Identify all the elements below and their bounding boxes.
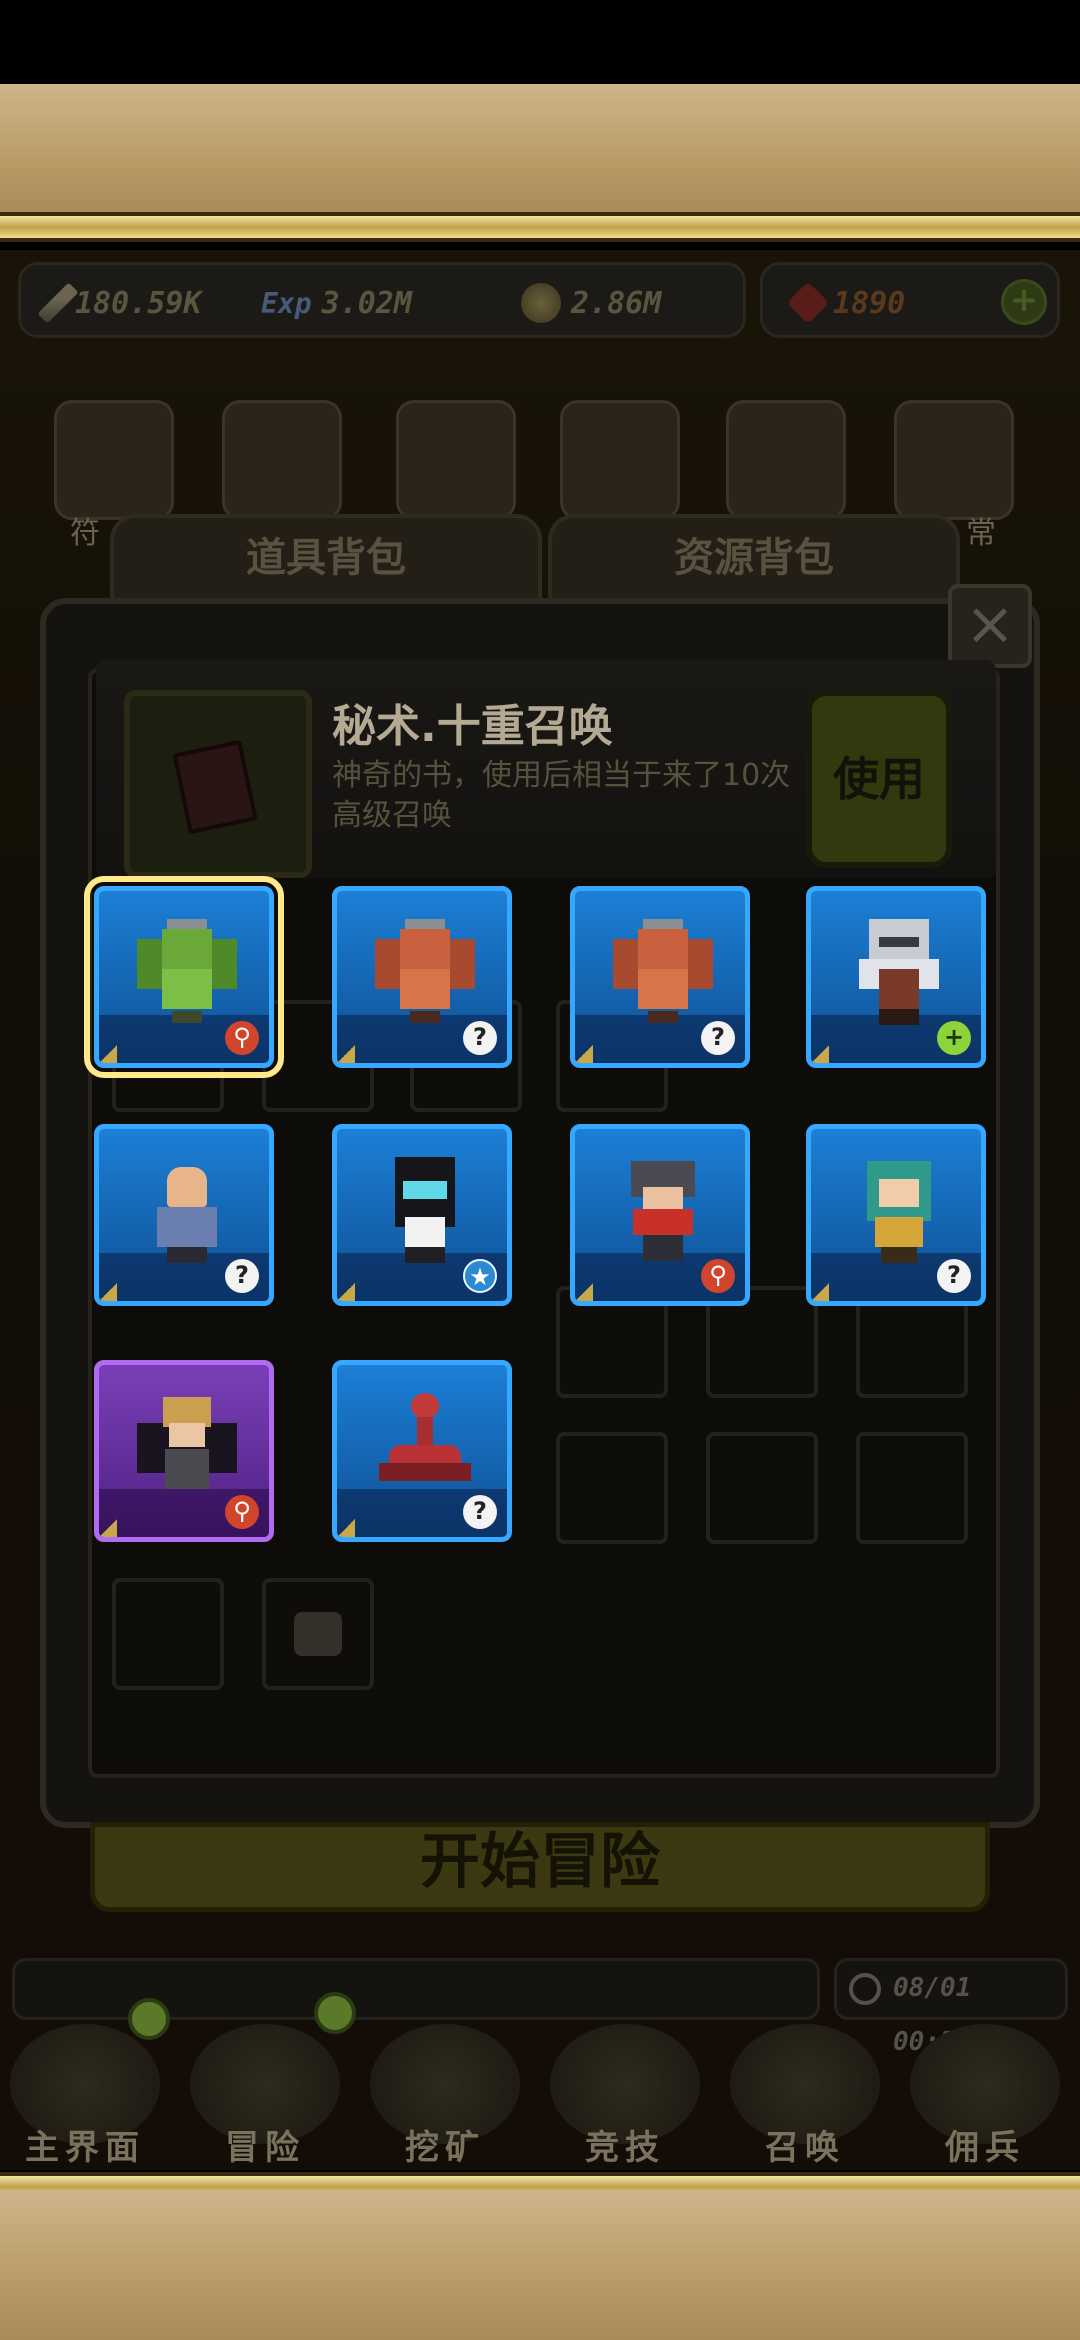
nav-mining[interactable]: 挖矿	[360, 2024, 530, 2174]
gem-icon	[786, 281, 830, 325]
wrench-icon	[560, 400, 680, 520]
inventory-slot	[856, 1432, 968, 1544]
item-description: 神奇的书，使用后相当于来了10次高级召唤	[332, 758, 791, 833]
exp-icon: Exp	[261, 286, 312, 320]
gem-value: 1890	[833, 285, 906, 321]
hero-card-red-scarf-ninja[interactable]: ⚲	[570, 1124, 750, 1306]
nav-main[interactable]: 主界面	[0, 2024, 170, 2174]
question-badge-icon: ?	[225, 1259, 259, 1293]
sword-icon	[37, 282, 79, 324]
game-screen: 180.59K Exp 3.02M 2.86M 1890 + 符 常 道具背包 …	[0, 0, 1080, 2340]
parchment-bottom	[0, 2190, 1080, 2340]
lock-scroll-icon	[54, 400, 174, 520]
edit-badge-icon: ⚲	[225, 1495, 259, 1529]
question-badge-icon: ?	[463, 1495, 497, 1529]
quill-scroll-icon	[894, 400, 1014, 520]
item-name: 秘术.十重召唤	[332, 701, 613, 752]
gold-value: 2.86M	[571, 285, 662, 321]
hero-card-bald-monk[interactable]: ?	[94, 1124, 274, 1306]
hero-card-armored-knight[interactable]: +	[806, 886, 986, 1068]
bald-monk-sprite	[137, 1157, 237, 1267]
question-badge-icon: ?	[937, 1259, 971, 1293]
notification-dot	[314, 1992, 356, 2034]
item-detail-icon	[124, 690, 312, 878]
tab-resources[interactable]: 资源背包	[548, 514, 960, 604]
armored-knight-sprite	[849, 919, 949, 1029]
masked-girl-sprite	[375, 1157, 475, 1267]
hero-card-winged-warrior[interactable]: ⚲	[94, 1360, 274, 1542]
gift-icon	[222, 400, 342, 520]
hero-card-red-gargoyle[interactable]: ?	[332, 886, 512, 1068]
plus-badge-icon: +	[937, 1021, 971, 1055]
close-button[interactable]: ×	[948, 584, 1032, 668]
hero-card-teal-hair-girl[interactable]: ?	[806, 1124, 986, 1306]
padlock-icon	[294, 1612, 342, 1656]
gem-stat: 1890	[786, 281, 906, 325]
locked-slot	[262, 1578, 374, 1690]
red-gargoyle-sprite	[613, 919, 713, 1029]
use-button[interactable]: 使用	[806, 690, 952, 868]
inventory-slot	[112, 1578, 224, 1690]
nav-mercenary[interactable]: 佣兵	[900, 2024, 1070, 2174]
inventory-slot	[706, 1432, 818, 1544]
star-badge-icon: ★	[463, 1259, 497, 1293]
hero-card-green-gargoyle[interactable]: ⚲	[84, 876, 284, 1078]
red-scorpion-sprite	[375, 1393, 475, 1503]
exp-value: 3.02M	[321, 285, 412, 321]
inventory-slot	[556, 1432, 668, 1544]
teal-hair-girl-sprite	[849, 1157, 949, 1267]
green-gargoyle-sprite	[137, 919, 237, 1029]
winged-warrior-sprite	[137, 1393, 237, 1503]
notification-dot	[128, 1998, 170, 2040]
parchment-top	[0, 84, 1080, 214]
start-adventure-button[interactable]: 开始冒险	[90, 1822, 990, 1912]
question-badge-icon: ?	[701, 1021, 735, 1055]
server-time: 08/01 00:36	[834, 1958, 1068, 2057]
gold-stat: 2.86M	[521, 281, 661, 325]
question-badge-icon: ?	[463, 1021, 497, 1055]
attack-value: 180.59K	[75, 285, 202, 321]
gem-pile-icon	[726, 400, 846, 520]
hero-card-masked-girl[interactable]: ★	[332, 1124, 512, 1306]
edit-badge-icon: ⚲	[225, 1021, 259, 1055]
menu-left-label: 符	[70, 516, 100, 551]
gem-bar: 1890 +	[760, 262, 1060, 338]
hero-card-red-gargoyle[interactable]: ?	[570, 886, 750, 1068]
exp-stat: Exp 3.02M	[261, 281, 412, 325]
nav-arena[interactable]: 竞技	[540, 2024, 710, 2174]
tab-items[interactable]: 道具背包	[110, 514, 542, 604]
coin-icon	[521, 283, 561, 323]
add-gems-button[interactable]: +	[1001, 279, 1047, 325]
nav-summon[interactable]: 召唤	[720, 2024, 890, 2174]
resource-bar: 180.59K Exp 3.02M 2.86M	[18, 262, 746, 338]
book-icon	[172, 739, 258, 835]
edit-badge-icon: ⚲	[701, 1259, 735, 1293]
red-gargoyle-sprite	[375, 919, 475, 1029]
nav-adventure[interactable]: 冒险	[180, 2024, 350, 2174]
hero-card-red-scorpion[interactable]: ?	[332, 1360, 512, 1542]
gold-divider-top	[0, 212, 1080, 242]
handshake-icon	[396, 400, 516, 520]
red-scarf-ninja-sprite	[613, 1157, 713, 1267]
menu-right-label: 常	[966, 516, 996, 551]
clock-icon	[849, 1973, 881, 2005]
attack-stat: 180.59K	[37, 281, 202, 325]
